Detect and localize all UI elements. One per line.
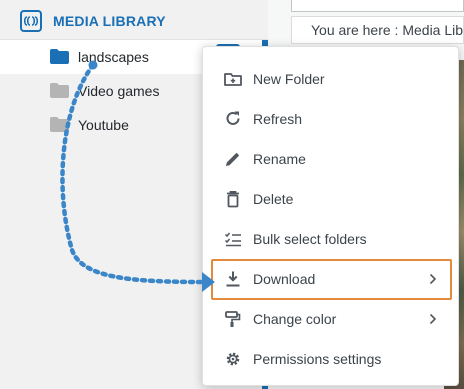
menu-item-label: Permissions settings [253,351,382,367]
folder-label: landscapes [78,49,149,65]
gear-icon [226,352,240,366]
pencil-icon [226,152,240,166]
folder-context-menu: New Folder Refresh Rename Delete Bulk se… [202,46,459,386]
menu-item-label: Delete [253,191,294,207]
refresh-icon [226,111,240,125]
menu-item-label: New Folder [253,71,325,87]
menu-item-label: Refresh [253,111,303,127]
breadcrumb-text: You are here : Media Library [311,22,464,38]
menu-item-rename[interactable]: Rename [203,139,460,179]
menu-item-permissions-settings[interactable]: Permissions settings [203,339,460,379]
media-library-logo-icon [20,10,42,32]
folder-icon [50,49,69,64]
new-folder-icon [224,73,242,86]
folder-label: Video games [78,83,160,99]
paint-roller-icon [225,311,241,327]
menu-item-bulk-select-folders[interactable]: Bulk select folders [203,219,460,259]
folder-label: Youtube [78,117,129,133]
trash-icon [227,190,239,208]
menu-item-new-folder[interactable]: New Folder [203,59,460,99]
media-library-title: MEDIA LIBRARY [53,13,166,29]
breadcrumb: You are here : Media Library [291,16,464,44]
chevron-right-icon [429,313,437,325]
toolbar-input[interactable] [291,0,464,12]
folder-icon [50,117,69,132]
menu-item-change-color[interactable]: Change color [203,299,460,339]
menu-item-label: Rename [253,151,306,167]
sidebar-header: MEDIA LIBRARY [0,0,268,40]
checklist-icon [224,232,241,247]
menu-item-label: Change color [253,311,337,327]
menu-item-delete[interactable]: Delete [203,179,460,219]
menu-item-label: Bulk select folders [253,231,367,247]
download-highlight-box [211,259,452,300]
menu-item-refresh[interactable]: Refresh [203,99,460,139]
folder-icon [50,83,69,98]
